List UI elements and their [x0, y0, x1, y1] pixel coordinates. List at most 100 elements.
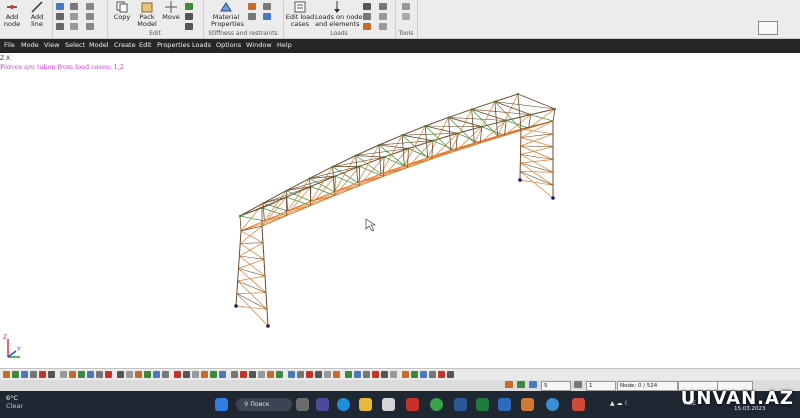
tools-icon[interactable]: [402, 13, 410, 20]
truss-member[interactable]: [239, 215, 242, 232]
app-icon[interactable]: [521, 398, 534, 411]
view-tool-icon[interactable]: [288, 371, 295, 378]
view-tool-icon[interactable]: [153, 371, 160, 378]
truss-member[interactable]: [332, 156, 385, 167]
truss-member[interactable]: [236, 293, 269, 327]
truss-member[interactable]: [520, 162, 554, 186]
truss-member[interactable]: [265, 292, 268, 310]
load-tool-icon[interactable]: [363, 23, 371, 30]
teams-icon[interactable]: [316, 398, 329, 411]
view-tool-icon[interactable]: [333, 371, 340, 378]
field-b-select[interactable]: 1: [586, 381, 616, 391]
truss-node[interactable]: [260, 206, 264, 210]
view-tool-icon[interactable]: [60, 371, 67, 378]
truss-member[interactable]: [237, 280, 268, 310]
view-tool-icon[interactable]: [105, 371, 112, 378]
field-a-select[interactable]: 5: [541, 381, 571, 391]
view-tool-icon[interactable]: [297, 371, 304, 378]
view-tool-icon[interactable]: [447, 371, 454, 378]
delete-icon[interactable]: [185, 23, 193, 30]
truss-node[interactable]: [354, 154, 357, 157]
truss-member[interactable]: [378, 144, 382, 175]
truss-member[interactable]: [494, 101, 499, 136]
truss-member[interactable]: [530, 114, 554, 122]
truss-node[interactable]: [234, 304, 238, 308]
truss-member[interactable]: [236, 293, 268, 310]
menu-view[interactable]: View: [44, 41, 59, 49]
truss-member[interactable]: [235, 293, 238, 307]
truss-member[interactable]: [402, 134, 433, 141]
truss-member[interactable]: [378, 144, 405, 166]
truss-node[interactable]: [480, 125, 483, 128]
truss-node[interactable]: [553, 107, 557, 111]
grid-icon[interactable]: [56, 3, 64, 10]
app-icon[interactable]: [498, 398, 511, 411]
truss-node[interactable]: [518, 178, 522, 182]
truss-member[interactable]: [237, 275, 266, 282]
view-tool-icon[interactable]: [306, 371, 313, 378]
copy-button[interactable]: Copy: [110, 1, 134, 21]
edit-load-cases-button[interactable]: Edit load cases: [285, 1, 315, 28]
truss-member[interactable]: [520, 171, 554, 186]
truss-member[interactable]: [506, 120, 529, 129]
truss-member[interactable]: [520, 159, 554, 164]
truss-node[interactable]: [285, 189, 288, 192]
view-tool-icon[interactable]: [21, 371, 28, 378]
add-line-button[interactable]: Add line: [25, 1, 49, 28]
truss-node[interactable]: [470, 108, 473, 111]
move-button[interactable]: Move: [160, 1, 182, 21]
view-tool-icon[interactable]: [249, 371, 256, 378]
view-tool-icon[interactable]: [276, 371, 283, 378]
app-icon[interactable]: [546, 398, 559, 411]
view-tool-icon[interactable]: [324, 371, 331, 378]
select-icon[interactable]: [70, 3, 78, 10]
truss-member[interactable]: [474, 135, 505, 144]
excel-icon[interactable]: [476, 398, 489, 411]
truss-member[interactable]: [238, 243, 241, 257]
pen-icon[interactable]: [574, 381, 582, 388]
tools-icon[interactable]: [402, 3, 410, 10]
truss-member[interactable]: [239, 207, 263, 217]
view-tool-icon[interactable]: [231, 371, 238, 378]
view-tool-icon[interactable]: [372, 371, 379, 378]
mirror-icon[interactable]: [185, 13, 193, 20]
model-viewport[interactable]: [0, 54, 800, 368]
truss-member[interactable]: [238, 259, 265, 269]
truss-member[interactable]: [237, 268, 239, 282]
view-tool-icon[interactable]: [354, 371, 361, 378]
task-view-icon[interactable]: [296, 398, 309, 411]
truss-node[interactable]: [377, 143, 381, 147]
view-tool-icon[interactable]: [30, 371, 37, 378]
truss-member[interactable]: [240, 230, 264, 243]
menu-model[interactable]: Model: [89, 41, 109, 49]
view-tool-icon[interactable]: [117, 371, 124, 378]
view-tool-icon[interactable]: [144, 371, 151, 378]
taskbar-search[interactable]: ⚲ Поиск: [236, 398, 292, 411]
spring-icon[interactable]: [263, 13, 271, 20]
column-icon[interactable]: [70, 23, 78, 30]
truss-member[interactable]: [239, 202, 264, 217]
load-tool-icon[interactable]: [379, 3, 387, 10]
chat-icon[interactable]: [758, 21, 778, 35]
truss-member[interactable]: [334, 176, 336, 196]
tool-icon[interactable]: [86, 13, 94, 20]
truss-node[interactable]: [308, 177, 311, 180]
view-tool-icon[interactable]: [210, 371, 217, 378]
view-tool-icon[interactable]: [39, 371, 46, 378]
snap-icon[interactable]: [505, 381, 513, 388]
loads-on-nodes-button[interactable]: Loads on nodes and elements: [315, 1, 366, 28]
store-icon[interactable]: [382, 398, 395, 411]
view-tool-icon[interactable]: [192, 371, 199, 378]
view-tool-icon[interactable]: [315, 371, 322, 378]
load-tool-icon[interactable]: [379, 23, 387, 30]
truss-node[interactable]: [505, 119, 508, 122]
start-icon[interactable]: [215, 398, 228, 411]
box-icon[interactable]: [56, 13, 64, 20]
snap-icon[interactable]: [517, 381, 525, 388]
truss-node[interactable]: [382, 155, 386, 159]
truss-member[interactable]: [263, 259, 266, 277]
view-tool-icon[interactable]: [363, 371, 370, 378]
truss-member[interactable]: [236, 292, 267, 294]
word-icon[interactable]: [454, 398, 467, 411]
truss-node[interactable]: [529, 113, 532, 116]
